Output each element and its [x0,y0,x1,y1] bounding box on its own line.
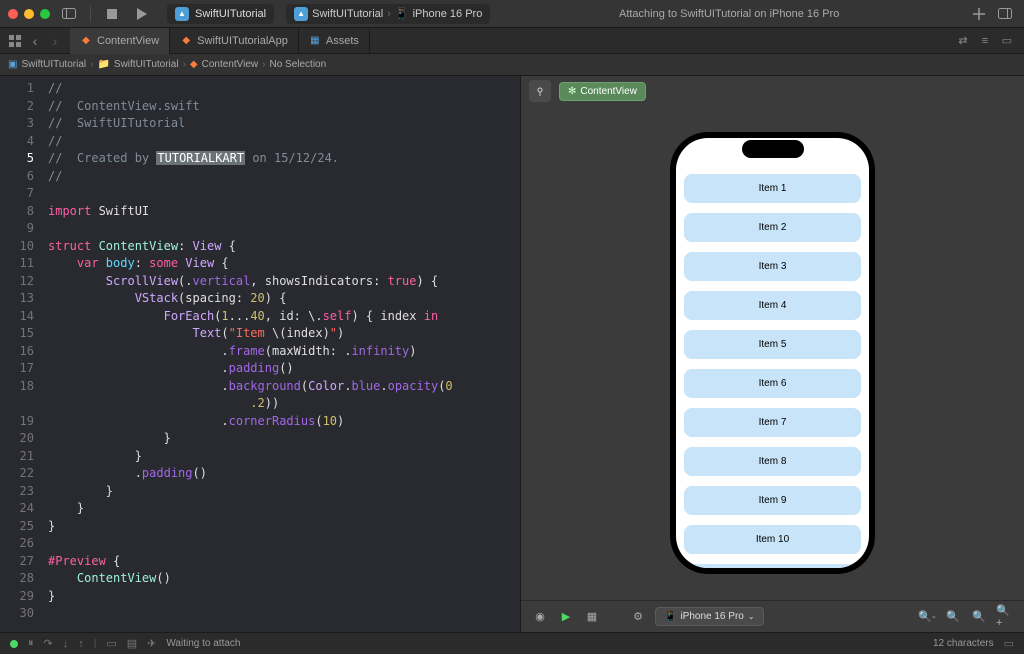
sidebar-toggle-icon[interactable] [58,3,80,25]
run-destination[interactable]: ▲ SwiftUITutorial › 📱 iPhone 16 Pro [286,4,490,24]
swift-file-icon: ◆ [190,59,198,70]
list-item: Item 1 [684,174,861,203]
phone-icon: 📱 [664,611,676,622]
preview-pane: ✻ ContentView Item 1 Item 2 Item 3 Item … [520,76,1024,632]
add-button[interactable] [968,3,990,25]
project-label: SwiftUITutorial [312,8,383,20]
chevron-right-icon: › [90,59,93,70]
tab-label: Assets [326,35,359,47]
titlebar: ▲ SwiftUITutorial ▲ SwiftUITutorial › 📱 … [0,0,1024,28]
minimize-button[interactable] [24,9,34,19]
close-button[interactable] [8,9,18,19]
char-count: 12 characters [933,638,994,649]
preview-canvas[interactable]: Item 1 Item 2 Item 3 Item 4 Item 5 Item … [521,106,1024,600]
pin-button[interactable] [529,80,551,102]
activity-status: Attaching to SwiftUITutorial on iPhone 1… [498,8,960,20]
zoom-in-button[interactable]: 🔍+ [996,608,1014,626]
jumpbar: ▣ SwiftUITutorial › 📁 SwiftUITutorial › … [0,54,1024,76]
list-item: Item 7 [684,408,861,437]
folder-icon: 📁 [97,59,109,70]
stop-button[interactable] [101,3,123,25]
window-controls [8,9,50,19]
tab-label: SwiftUITutorialApp [197,35,288,47]
preview-chip[interactable]: ✻ ContentView [559,82,646,101]
zoom-out-button[interactable]: 🔍- [918,608,936,626]
toggle-console-icon[interactable]: ▭ [1004,637,1014,650]
tab-assets[interactable]: ▦ Assets [299,28,370,54]
code-content[interactable]: // // ContentView.swift // SwiftUITutori… [42,76,520,632]
library-toggle-icon[interactable] [994,3,1016,25]
simulate-icon[interactable]: ✈ [147,637,156,650]
review-icon[interactable]: ⇄ [954,32,972,50]
related-items-icon[interactable] [6,32,24,50]
back-button[interactable]: ‹ [26,32,44,50]
device-settings-button[interactable]: ⚙ [629,608,647,626]
preview-toolbar: ✻ ContentView [521,76,1024,106]
editor-options-icon[interactable]: ▭ [998,32,1016,50]
chevron-right-icon: › [262,59,265,70]
preview-bottom-bar: ◉ ▶ ▦ ⚙ 📱 iPhone 16 Pro ⌄ 🔍- 🔍 🔍 🔍+ [521,600,1024,632]
scheme-selector[interactable]: ▲ SwiftUITutorial [167,4,274,24]
tab-label: ContentView [97,35,159,47]
jump-project[interactable]: SwiftUITutorial [21,59,86,70]
selectable-button[interactable]: ▶ [557,608,575,626]
code-editor[interactable]: 1234567891011121314151617181920212223242… [0,76,520,632]
assets-icon: ▦ [309,35,321,47]
app-icon: ▲ [175,7,189,21]
step-over-icon[interactable]: ↷ [44,637,53,650]
step-out-icon[interactable]: ↑ [78,638,84,650]
project-icon: ▣ [8,59,17,70]
zoom-fit-button[interactable]: 🔍 [970,608,988,626]
list-item: Item 11 [684,564,861,568]
swift-file-icon: ◆ [80,35,92,47]
chevron-right-icon: › [387,8,391,20]
debug-view-icon[interactable]: ▭ [106,637,116,650]
adjust-icon[interactable]: ≡ [976,32,994,50]
preview-device-selector[interactable]: 📱 iPhone 16 Pro ⌄ [655,607,764,626]
statusbar: ⏸ ↷ ↓ ↑ | ▭ ▤ ✈ Waiting to attach 12 cha… [0,632,1024,654]
step-in-icon[interactable]: ↓ [63,638,69,650]
tab-contentview[interactable]: ◆ ContentView [70,28,170,54]
list-item: Item 10 [684,525,861,554]
list-item: Item 6 [684,369,861,398]
status-message: Waiting to attach [166,638,240,649]
forward-button[interactable]: › [46,32,64,50]
scheme-name: SwiftUITutorial [195,8,266,20]
app-icon-small: ▲ [294,7,308,21]
variants-button[interactable]: ▦ [583,608,601,626]
live-button[interactable]: ◉ [531,608,549,626]
preview-device-label: iPhone 16 Pro [680,611,743,622]
device-frame: Item 1 Item 2 Item 3 Item 4 Item 5 Item … [670,132,875,574]
list-item: Item 3 [684,252,861,281]
jump-file[interactable]: ContentView [202,59,259,70]
chevron-right-icon: › [183,59,186,70]
device-label: iPhone 16 Pro [413,8,483,20]
device-screen: Item 1 Item 2 Item 3 Item 4 Item 5 Item … [676,138,869,568]
line-gutter: 1234567891011121314151617181920212223242… [0,76,42,632]
preview-chip-label: ContentView [580,86,637,97]
tabbar: ‹ › ◆ ContentView ◆ SwiftUITutorialApp ▦… [0,28,1024,54]
list-item: Item 9 [684,486,861,515]
separator [90,6,91,22]
list-item: Item 4 [684,291,861,320]
swift-file-icon: ◆ [180,35,192,47]
list-item: Item 2 [684,213,861,242]
refresh-icon: ✻ [568,86,576,97]
jump-folder[interactable]: SwiftUITutorial [114,59,179,70]
chevron-down-icon: ⌄ [748,612,755,621]
list-item: Item 5 [684,330,861,359]
maximize-button[interactable] [40,9,50,19]
scroll-content: Item 1 Item 2 Item 3 Item 4 Item 5 Item … [676,138,869,568]
main-area: 1234567891011121314151617181920212223242… [0,76,1024,632]
jump-selection[interactable]: No Selection [269,59,326,70]
tab-app[interactable]: ◆ SwiftUITutorialApp [170,28,299,54]
run-button[interactable] [131,3,153,25]
status-indicator [10,640,18,648]
device-notch [742,140,804,158]
zoom-actual-button[interactable]: 🔍 [944,608,962,626]
phone-icon: 📱 [395,7,409,20]
memory-icon[interactable]: ▤ [127,637,137,650]
list-item: Item 8 [684,447,861,476]
pause-icon[interactable]: ⏸ [28,637,34,650]
